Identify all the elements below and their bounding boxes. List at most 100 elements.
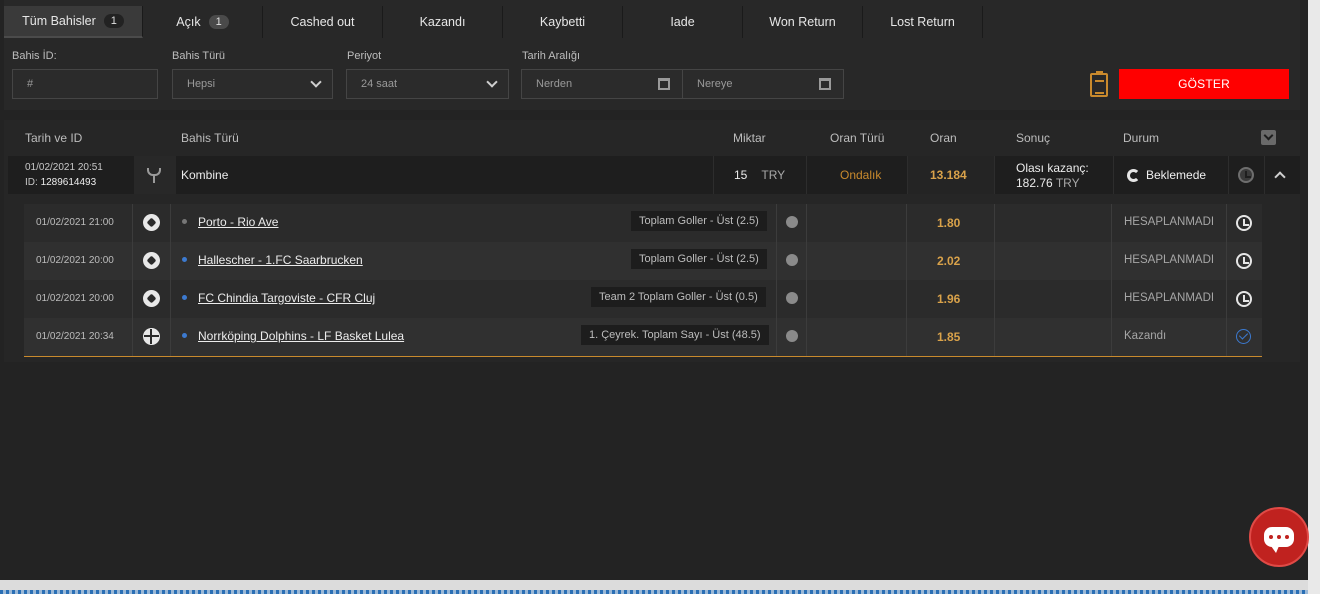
window-edge bbox=[1308, 0, 1320, 594]
divider bbox=[806, 280, 807, 318]
bet-id-label: Bahis İD: bbox=[12, 50, 57, 62]
tab-won[interactable]: Kazandı bbox=[383, 6, 503, 38]
divider bbox=[132, 318, 133, 356]
amount-cell: 15 TRY bbox=[734, 156, 785, 194]
header-odds-type: Oran Türü bbox=[830, 131, 885, 145]
divider bbox=[1226, 242, 1227, 280]
legs-bottom-border bbox=[24, 356, 1262, 357]
divider bbox=[713, 156, 714, 194]
soccer-ball-icon bbox=[143, 252, 160, 269]
combo-bet-icon bbox=[146, 167, 162, 183]
leg-datetime: 01/02/2021 21:00 bbox=[36, 217, 114, 228]
tab-won-return[interactable]: Won Return bbox=[743, 6, 863, 38]
possible-win-amount: 182.76 bbox=[1016, 175, 1053, 190]
expand-cell[interactable] bbox=[1274, 156, 1286, 194]
leg-odds: 1.96 bbox=[937, 292, 961, 306]
leg-status-icon bbox=[1236, 215, 1252, 231]
divider bbox=[1226, 318, 1227, 356]
divider bbox=[906, 204, 907, 242]
divider bbox=[170, 318, 171, 356]
leg-odds: 1.85 bbox=[937, 330, 961, 344]
bet-legs: 01/02/2021 21:00 Porto - Rio Ave Toplam … bbox=[24, 204, 1262, 357]
collapse-all-icon[interactable] bbox=[1261, 130, 1276, 145]
chat-icon bbox=[1264, 527, 1294, 553]
table-header: Tarih ve ID Bahis Türü Miktar Oran Türü … bbox=[4, 120, 1300, 156]
leg-status: Kazandı bbox=[1124, 330, 1167, 342]
tab-refund[interactable]: Iade bbox=[623, 6, 743, 38]
leg-match-link[interactable]: FC Chindia Targoviste - CFR Cluj bbox=[198, 291, 375, 305]
divider bbox=[1226, 280, 1227, 318]
table-row: 01/02/2021 20:34 Norrköping Dolphins - L… bbox=[24, 318, 1262, 357]
bet-type-value: Hepsi bbox=[187, 78, 216, 90]
history-clock-icon[interactable] bbox=[1238, 167, 1254, 183]
live-dot-icon bbox=[182, 295, 187, 300]
bet-id-input[interactable]: # bbox=[12, 69, 158, 99]
calendar-icon[interactable] bbox=[819, 78, 831, 90]
divider bbox=[1113, 156, 1114, 194]
date-to-input[interactable]: Nereye bbox=[682, 69, 844, 99]
bet-type: Kombine bbox=[181, 168, 229, 182]
info-icon[interactable] bbox=[786, 292, 798, 304]
date-to-placeholder: Nereye bbox=[697, 78, 733, 90]
bets-table: Tarih ve ID Bahis Türü Miktar Oran Türü … bbox=[4, 120, 1300, 362]
divider bbox=[1228, 156, 1229, 194]
history-cell bbox=[1238, 156, 1254, 194]
tab-lost[interactable]: Kaybetti bbox=[503, 6, 623, 38]
tab-open[interactable]: Açık 1 bbox=[143, 6, 263, 38]
live-dot-icon bbox=[182, 219, 187, 224]
tab-lost-return[interactable]: Lost Return bbox=[863, 6, 983, 38]
divider bbox=[776, 318, 777, 356]
divider bbox=[1111, 204, 1112, 242]
refresh-icon bbox=[1127, 168, 1140, 182]
divider bbox=[1264, 156, 1265, 194]
tab-count-badge: 1 bbox=[208, 15, 229, 29]
divider bbox=[776, 280, 777, 318]
chevron-up-icon[interactable] bbox=[1274, 171, 1286, 183]
live-chat-button[interactable] bbox=[1249, 507, 1309, 567]
date-from-input[interactable]: Nerden bbox=[521, 69, 683, 99]
leg-match-link[interactable]: Porto - Rio Ave bbox=[198, 215, 278, 229]
period-select[interactable]: 24 saat bbox=[346, 69, 509, 99]
clipboard-icon[interactable] bbox=[1090, 71, 1108, 97]
clock-icon bbox=[1236, 215, 1252, 231]
result-cell: Olası kazanç: 182.76 TRY bbox=[1016, 156, 1089, 194]
bet-id-placeholder: # bbox=[27, 78, 34, 90]
divider bbox=[132, 242, 133, 280]
bet-id-prefix: ID: bbox=[25, 177, 38, 188]
divider bbox=[806, 242, 807, 280]
header-date-id: Tarih ve ID bbox=[25, 131, 83, 145]
live-dot-icon bbox=[182, 257, 187, 262]
app-frame: Tüm Bahisler 1 Açık 1 Cashed out Kazandı… bbox=[0, 0, 1308, 580]
tab-label: Cashed out bbox=[290, 15, 355, 29]
show-button[interactable]: GÖSTER bbox=[1119, 69, 1289, 99]
leg-datetime: 01/02/2021 20:00 bbox=[36, 293, 114, 304]
header-bet-type: Bahis Türü bbox=[181, 131, 239, 145]
leg-match-link[interactable]: Norrköping Dolphins - LF Basket Lulea bbox=[198, 329, 404, 343]
info-icon[interactable] bbox=[786, 330, 798, 342]
divider bbox=[132, 204, 133, 242]
leg-match-link[interactable]: Hallescher - 1.FC Saarbrucken bbox=[198, 253, 363, 267]
bet-type-select[interactable]: Hepsi bbox=[172, 69, 333, 99]
tab-all-bets[interactable]: Tüm Bahisler 1 bbox=[4, 6, 143, 38]
possible-win-currency: TRY bbox=[1055, 175, 1080, 190]
divider bbox=[1111, 318, 1112, 356]
calendar-icon[interactable] bbox=[658, 78, 670, 90]
leg-status-icon bbox=[1236, 253, 1252, 269]
leg-market: 1. Çeyrek. Toplam Sayı - Üst (48.5) bbox=[581, 325, 769, 345]
divider bbox=[906, 318, 907, 356]
taskbar-line bbox=[0, 590, 1308, 594]
bet-row[interactable]: 01/02/2021 20:51 ID: 1289614493 Kombine … bbox=[8, 156, 1300, 194]
divider bbox=[776, 242, 777, 280]
divider bbox=[170, 204, 171, 242]
info-icon[interactable] bbox=[786, 216, 798, 228]
tab-cashed-out[interactable]: Cashed out bbox=[263, 6, 383, 38]
possible-win-line: 182.76 TRY bbox=[1016, 176, 1080, 190]
divider bbox=[994, 156, 995, 194]
divider bbox=[1111, 280, 1112, 318]
info-icon[interactable] bbox=[786, 254, 798, 266]
leg-odds: 1.80 bbox=[937, 216, 961, 230]
bet-amount: 15 bbox=[734, 168, 748, 182]
header-result: Sonuç bbox=[1016, 131, 1051, 145]
divider bbox=[994, 242, 995, 280]
header-amount: Miktar bbox=[733, 131, 766, 145]
